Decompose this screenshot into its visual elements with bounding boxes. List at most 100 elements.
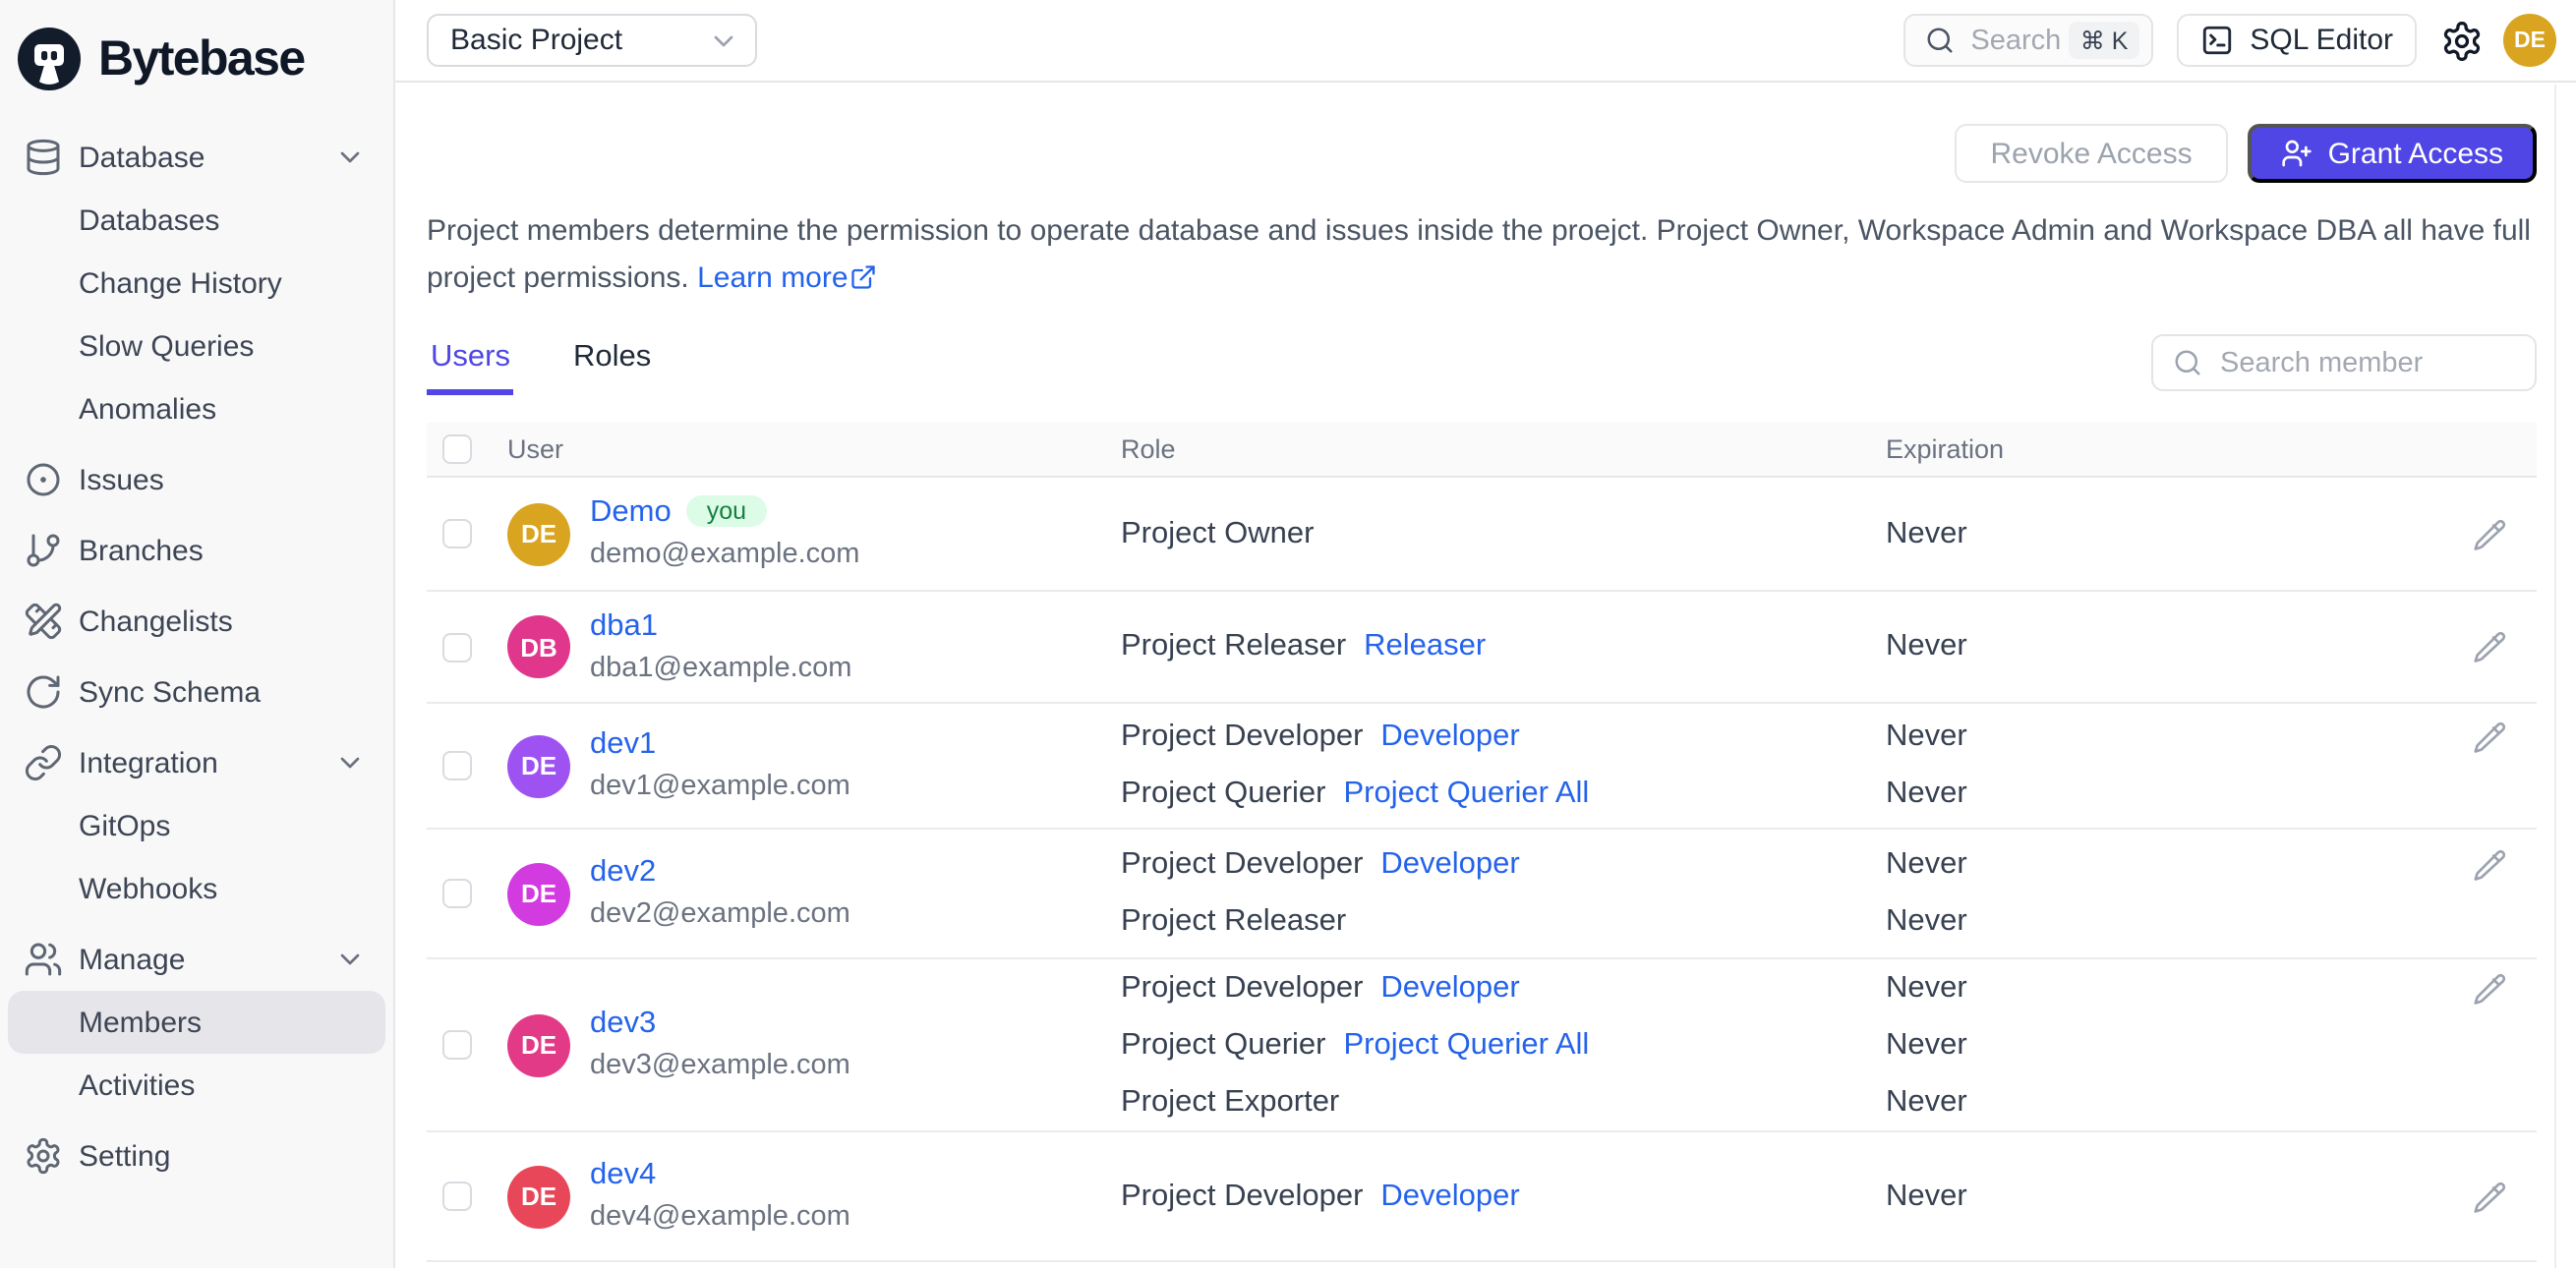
sidebar-item-integration[interactable]: Integration	[8, 731, 385, 794]
row-checkbox[interactable]	[442, 1030, 472, 1060]
expiration-value: Never	[1886, 516, 1967, 549]
sidebar-item-label: Integration	[79, 746, 218, 779]
member-name-link[interactable]: dba1	[590, 608, 658, 642]
edit-member-pencil-icon[interactable]	[2472, 629, 2507, 664]
role-link[interactable]: Releaser	[1364, 629, 1486, 664]
role-text: Project Querier	[1121, 777, 1326, 810]
table-header: User Role Expiration	[427, 423, 2537, 478]
role-link[interactable]: Developer	[1380, 847, 1519, 883]
main-area: Basic Project Search ⌘ K SQL Editor DE R…	[395, 0, 2576, 1268]
table-body: DE Demo you demo@example.com Project Owner Ne…	[427, 478, 2537, 1262]
global-search-button[interactable]: Search ⌘ K	[1903, 14, 2154, 67]
grant-access-label: Grant Access	[2327, 137, 2503, 170]
project-selector[interactable]: Basic Project	[427, 14, 757, 67]
role-line: Project Developer Developer	[1121, 959, 1886, 1016]
sidebar-item-slow-queries[interactable]: Slow Queries	[8, 315, 385, 377]
sidebar-item-label: Change History	[79, 266, 282, 300]
chevron-down-icon	[334, 747, 366, 778]
sidebar-item-label: Activities	[79, 1068, 196, 1102]
sidebar-item-manage[interactable]: Manage	[8, 928, 385, 991]
column-header-expiration: Expiration	[1886, 434, 2005, 464]
sidebar-item-databases[interactable]: Databases	[8, 189, 385, 252]
gear-icon	[24, 1136, 63, 1176]
member-expirations: Never Never	[1886, 830, 2472, 957]
row-checkbox[interactable]	[442, 632, 472, 662]
member-avatar: DE	[507, 1165, 570, 1228]
role-line: Project Developer Developer	[1121, 1168, 1886, 1225]
grant-access-button[interactable]: Grant Access	[2247, 124, 2537, 183]
member-name-link[interactable]: dev2	[590, 855, 656, 889]
sidebar: Bytebase Database Databases Change History…	[0, 0, 395, 1268]
revoke-access-button[interactable]: Revoke Access	[1955, 124, 2228, 183]
row-checkbox[interactable]	[442, 879, 472, 908]
circle-dot-icon	[24, 460, 63, 499]
sidebar-item-change-history[interactable]: Change History	[8, 252, 385, 315]
learn-more-link[interactable]: Learn more	[697, 261, 848, 295]
sidebar-item-label: Setting	[79, 1139, 171, 1173]
member-email: dev3@example.com	[590, 1050, 850, 1081]
settings-gear-icon[interactable]	[2440, 19, 2484, 62]
description-line1: Project members determine the permission…	[427, 214, 2531, 248]
sidebar-item-issues[interactable]: Issues	[8, 448, 385, 511]
role-link[interactable]: Developer	[1380, 720, 1519, 755]
expiration-value: Never	[1886, 777, 1967, 810]
role-link[interactable]: Developer	[1380, 1179, 1519, 1214]
expiration-value: Never	[1886, 904, 1967, 938]
tabs: Users Roles	[427, 332, 655, 395]
sql-editor-label: SQL Editor	[2250, 24, 2393, 57]
role-text: Project Owner	[1121, 516, 1315, 549]
sidebar-item-activities[interactable]: Activities	[8, 1054, 385, 1117]
sidebar-item-members[interactable]: Members	[8, 991, 385, 1054]
member-name-link[interactable]: Demo	[590, 495, 672, 529]
pencil-ruler-icon	[24, 602, 63, 641]
user-avatar[interactable]: DE	[2503, 14, 2556, 67]
sidebar-item-label: Sync Schema	[79, 675, 262, 709]
sidebar-item-gitops[interactable]: GitOps	[8, 794, 385, 857]
page-description: Project members determine the permission…	[427, 208, 2537, 303]
member-search	[2151, 334, 2537, 391]
member-name-link[interactable]: dev3	[590, 1007, 656, 1040]
scrollbar-track[interactable]	[2554, 85, 2556, 1268]
member-identity: dev4 dev4@example.com	[590, 1154, 850, 1239]
member-name-link[interactable]: dev4	[590, 1158, 656, 1191]
sidebar-item-setting[interactable]: Setting	[8, 1124, 385, 1187]
users-icon	[24, 940, 63, 979]
app-window: Bytebase Database Databases Change History…	[0, 0, 2576, 1268]
member-search-input[interactable]	[2216, 345, 2515, 380]
topbar-right: Search ⌘ K SQL Editor DE	[1903, 14, 2556, 67]
member-row-dev3: DE dev3 dev3@example.com Project Developer D…	[427, 959, 2537, 1132]
role-link[interactable]: Developer	[1380, 970, 1519, 1006]
sql-editor-button[interactable]: SQL Editor	[2177, 14, 2417, 67]
external-link-icon	[850, 259, 878, 289]
edit-member-pencil-icon[interactable]	[2472, 970, 2507, 1006]
row-checkbox[interactable]	[442, 751, 472, 780]
brand-name: Bytebase	[98, 30, 306, 86]
member-name-link[interactable]: dev1	[590, 727, 656, 761]
brand[interactable]: Bytebase	[0, 0, 393, 98]
row-checkbox[interactable]	[442, 1182, 472, 1211]
search-icon	[1925, 26, 1955, 55]
edit-member-pencil-icon[interactable]	[2472, 516, 2507, 551]
row-checkbox[interactable]	[442, 519, 472, 548]
role-link[interactable]: Project Querier All	[1343, 1027, 1589, 1063]
search-label: Search	[1970, 25, 2062, 56]
member-roles: Project Developer Developer Project Querie…	[1121, 704, 1886, 828]
sidebar-item-anomalies[interactable]: Anomalies	[8, 377, 385, 440]
edit-member-pencil-icon[interactable]	[2472, 847, 2507, 883]
member-expirations: Never Never	[1886, 704, 2472, 828]
edit-member-pencil-icon[interactable]	[2472, 1179, 2507, 1214]
tab-users[interactable]: Users	[427, 332, 514, 395]
sidebar-item-webhooks[interactable]: Webhooks	[8, 857, 385, 920]
sidebar-item-database[interactable]: Database	[8, 126, 385, 189]
member-roles: Project Releaser Releaser	[1121, 592, 1886, 702]
member-identity: dev1 dev1@example.com	[590, 723, 850, 808]
sidebar-item-branches[interactable]: Branches	[8, 519, 385, 582]
tab-roles[interactable]: Roles	[569, 332, 655, 395]
sidebar-item-sync-schema[interactable]: Sync Schema	[8, 661, 385, 723]
select-all-checkbox[interactable]	[442, 434, 472, 464]
role-link[interactable]: Project Querier All	[1343, 777, 1589, 812]
edit-member-pencil-icon[interactable]	[2472, 720, 2507, 755]
user-plus-icon	[2281, 138, 2313, 169]
column-header-user: User	[507, 434, 564, 464]
sidebar-item-changelists[interactable]: Changelists	[8, 590, 385, 653]
